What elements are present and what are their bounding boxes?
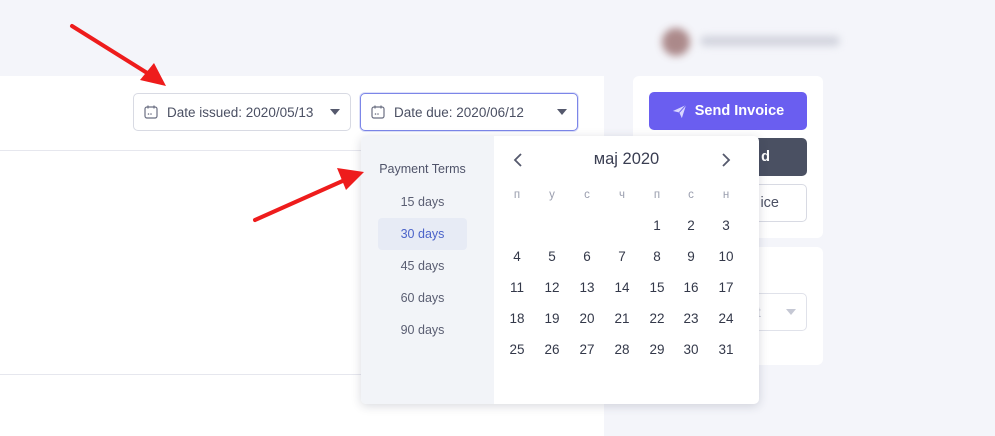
calendar-day[interactable]: 12 [535, 280, 569, 295]
calendar-day[interactable]: 22 [640, 311, 674, 326]
calendar-day[interactable]: 25 [500, 342, 534, 357]
calendar-day[interactable]: 23 [674, 311, 708, 326]
calendar-day[interactable]: 1 [640, 218, 674, 233]
user-avatar-blurred[interactable] [662, 26, 842, 56]
date-issued-label: Date issued: 2020/05/13 [167, 104, 314, 120]
user-name-blurred [700, 36, 840, 46]
calendar-day[interactable]: 21 [605, 311, 639, 326]
weekday-header: ч [619, 189, 625, 201]
calendar-day[interactable]: 17 [709, 280, 743, 295]
annotation-arrow-icon [70, 24, 166, 86]
payment-terms-panel: Payment Terms 15 days 30 days 45 days 60… [361, 136, 494, 404]
download-button-label: d [761, 149, 770, 165]
next-month-button[interactable] [716, 150, 736, 170]
calendar-day[interactable]: 24 [709, 311, 743, 326]
send-invoice-label: Send Invoice [694, 103, 785, 119]
calendar-day[interactable]: 14 [605, 280, 639, 295]
date-due-picker-popup: Payment Terms 15 days 30 days 45 days 60… [361, 136, 759, 404]
calendar-month-title: мај 2020 [593, 150, 660, 168]
calendar-day[interactable]: 16 [674, 280, 708, 295]
calendar-day[interactable]: 28 [605, 342, 639, 357]
term-option-15[interactable]: 15 days [378, 186, 467, 218]
calendar-day[interactable]: 5 [535, 249, 569, 264]
calendar-icon [144, 105, 158, 119]
calendar-day[interactable]: 2 [674, 218, 708, 233]
calendar-day[interactable]: 30 [674, 342, 708, 357]
send-invoice-button[interactable]: Send Invoice [649, 92, 807, 130]
calendar-day[interactable]: 9 [674, 249, 708, 264]
chevron-left-icon [513, 153, 522, 167]
calendar-day[interactable]: 8 [640, 249, 674, 264]
calendar-day[interactable]: 6 [570, 249, 604, 264]
payment-terms-title: Payment Terms [379, 162, 466, 176]
calendar-day[interactable]: 27 [570, 342, 604, 357]
calendar-day[interactable]: 15 [640, 280, 674, 295]
weekday-header: н [722, 189, 730, 201]
chevron-down-icon [786, 309, 796, 315]
term-option-30[interactable]: 30 days [378, 218, 467, 250]
send-icon [672, 104, 687, 118]
term-option-90[interactable]: 90 days [378, 314, 467, 346]
weekday-header: с [584, 189, 590, 201]
calendar-icon [371, 105, 385, 119]
calendar-day[interactable]: 31 [709, 342, 743, 357]
annotation-arrow-icon [253, 168, 364, 222]
weekday-header: п [653, 189, 661, 201]
chevron-right-icon [722, 153, 731, 167]
calendar-day[interactable]: 19 [535, 311, 569, 326]
preview-invoice-label: ice [760, 195, 779, 211]
calendar-day[interactable]: 20 [570, 311, 604, 326]
prev-month-button[interactable] [508, 150, 528, 170]
term-option-60[interactable]: 60 days [378, 282, 467, 314]
calendar-day[interactable]: 10 [709, 249, 743, 264]
calendar-day[interactable]: 7 [605, 249, 639, 264]
term-option-45[interactable]: 45 days [378, 250, 467, 282]
date-due-label: Date due: 2020/06/12 [394, 104, 524, 120]
calendar-day[interactable]: 26 [535, 342, 569, 357]
calendar-day[interactable]: 13 [570, 280, 604, 295]
calendar-day[interactable]: 18 [500, 311, 534, 326]
avatar [662, 28, 690, 56]
date-due-field[interactable]: Date due: 2020/06/12 [360, 93, 578, 131]
chevron-down-icon [557, 109, 567, 115]
weekday-header: п [513, 189, 521, 201]
calendar-day[interactable]: 11 [500, 280, 534, 295]
calendar-day[interactable]: 4 [500, 249, 534, 264]
weekday-header: с [688, 189, 694, 201]
chevron-down-icon [330, 109, 340, 115]
calendar: мај 2020 п у с ч п с н 1 2 3 4 5 6 7 8 9 10 11 12 13… [494, 136, 759, 404]
date-issued-field[interactable]: Date issued: 2020/05/13 [133, 93, 351, 131]
weekday-header: у [549, 189, 555, 201]
calendar-day[interactable]: 3 [709, 218, 743, 233]
calendar-day[interactable]: 29 [640, 342, 674, 357]
